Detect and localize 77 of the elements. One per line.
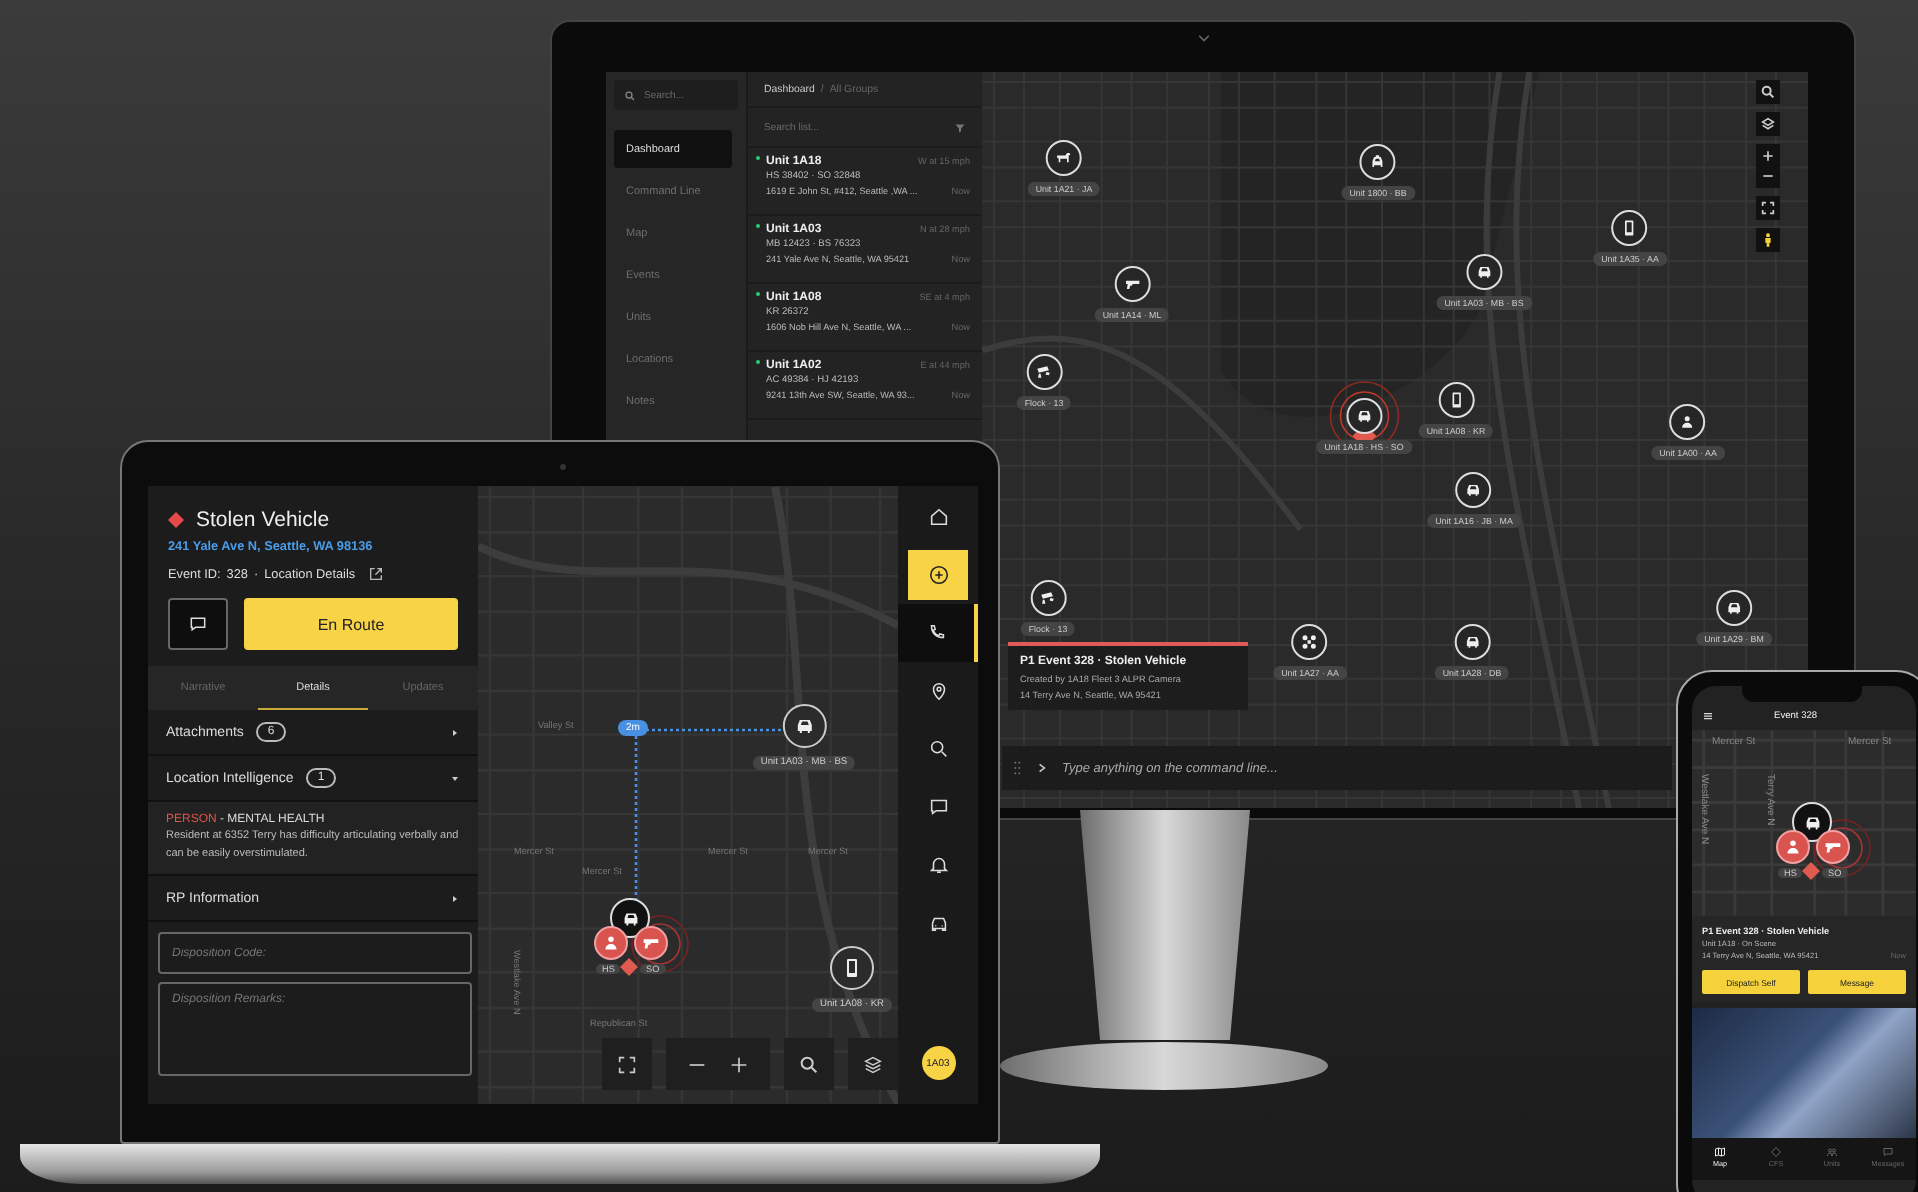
car-icon — [792, 714, 816, 738]
plus-circle-button[interactable] — [908, 550, 968, 600]
search-icon — [927, 738, 949, 760]
map-marker[interactable] — [1046, 140, 1082, 176]
diamond-icon — [620, 958, 638, 976]
chat-icon — [188, 614, 208, 634]
home-icon — [927, 506, 949, 528]
map-marker[interactable] — [1612, 210, 1648, 246]
search-icon — [1760, 84, 1776, 100]
map-marker[interactable] — [782, 704, 826, 748]
fullscreen-button[interactable] — [1756, 196, 1780, 220]
map-marker[interactable] — [594, 926, 628, 960]
alert-pulse-icon — [630, 914, 690, 974]
phone-notch — [1742, 686, 1862, 702]
layers-icon — [1760, 116, 1776, 132]
plus-icon — [1760, 148, 1776, 164]
dog-icon — [1054, 148, 1074, 168]
phone-button[interactable] — [898, 604, 978, 662]
car-icon — [1464, 480, 1484, 500]
taxi-icon — [1368, 152, 1388, 172]
filter-icon — [954, 121, 966, 133]
drone-icon — [1300, 632, 1320, 652]
map-marker[interactable] — [1292, 624, 1328, 660]
diamond-icon — [168, 512, 184, 528]
fullscreen-icon — [1760, 200, 1776, 216]
message-button[interactable] — [168, 598, 228, 650]
search-button[interactable] — [1756, 80, 1780, 104]
map-marker[interactable] — [1438, 382, 1474, 418]
car-icon — [927, 912, 949, 934]
alert-pulse-icon — [1812, 818, 1872, 878]
car-icon — [1354, 406, 1374, 426]
zoom-control[interactable] — [1756, 144, 1780, 188]
layers-icon — [862, 1053, 884, 1075]
en-route-button[interactable]: En Route — [244, 598, 458, 650]
map-marker[interactable] — [1114, 266, 1150, 302]
menu-icon[interactable] — [1702, 710, 1714, 722]
map-marker[interactable] — [1030, 580, 1066, 616]
chevron-down-icon — [1196, 34, 1212, 44]
map-marker[interactable] — [1716, 590, 1752, 626]
map-icon — [1714, 1146, 1726, 1158]
search-button[interactable] — [784, 1038, 834, 1090]
person-icon — [1760, 232, 1776, 248]
external-link-icon — [367, 566, 384, 582]
map-marker[interactable] — [1346, 398, 1382, 434]
plus-icon — [728, 1053, 750, 1075]
chat-icon — [927, 796, 949, 818]
map-marker[interactable] — [634, 926, 668, 960]
car-icon — [1724, 598, 1744, 618]
person-icon — [1782, 836, 1804, 858]
car-icon — [1462, 632, 1482, 652]
camera-dot-icon — [560, 464, 566, 470]
camera-icon — [1038, 588, 1058, 608]
diamond-icon — [1802, 862, 1820, 880]
map-marker[interactable] — [1454, 624, 1490, 660]
phone-icon — [925, 622, 947, 644]
search-icon — [624, 89, 636, 101]
bell-icon — [927, 854, 949, 876]
map-marker[interactable] — [1776, 830, 1810, 864]
car-icon — [1474, 262, 1494, 282]
person-icon — [600, 932, 622, 954]
layers-button[interactable] — [848, 1038, 898, 1090]
people-icon — [1826, 1146, 1838, 1158]
street-view-button[interactable] — [1756, 228, 1780, 252]
diamond-icon — [1770, 1146, 1782, 1158]
map-marker[interactable] — [830, 946, 874, 990]
map-marker[interactable] — [1026, 354, 1062, 390]
chat-icon — [1882, 1146, 1894, 1158]
map-pin-icon — [927, 680, 949, 702]
search-icon — [798, 1053, 820, 1075]
incident-title: Stolen Vehicle — [196, 508, 330, 532]
person-icon — [1678, 412, 1698, 432]
camera-icon — [1034, 362, 1054, 382]
layers-button[interactable] — [1756, 112, 1780, 136]
chevron-right-icon — [1036, 762, 1048, 774]
map-marker[interactable] — [1670, 404, 1706, 440]
map-marker[interactable] — [1456, 472, 1492, 508]
fullscreen-icon — [616, 1053, 638, 1075]
